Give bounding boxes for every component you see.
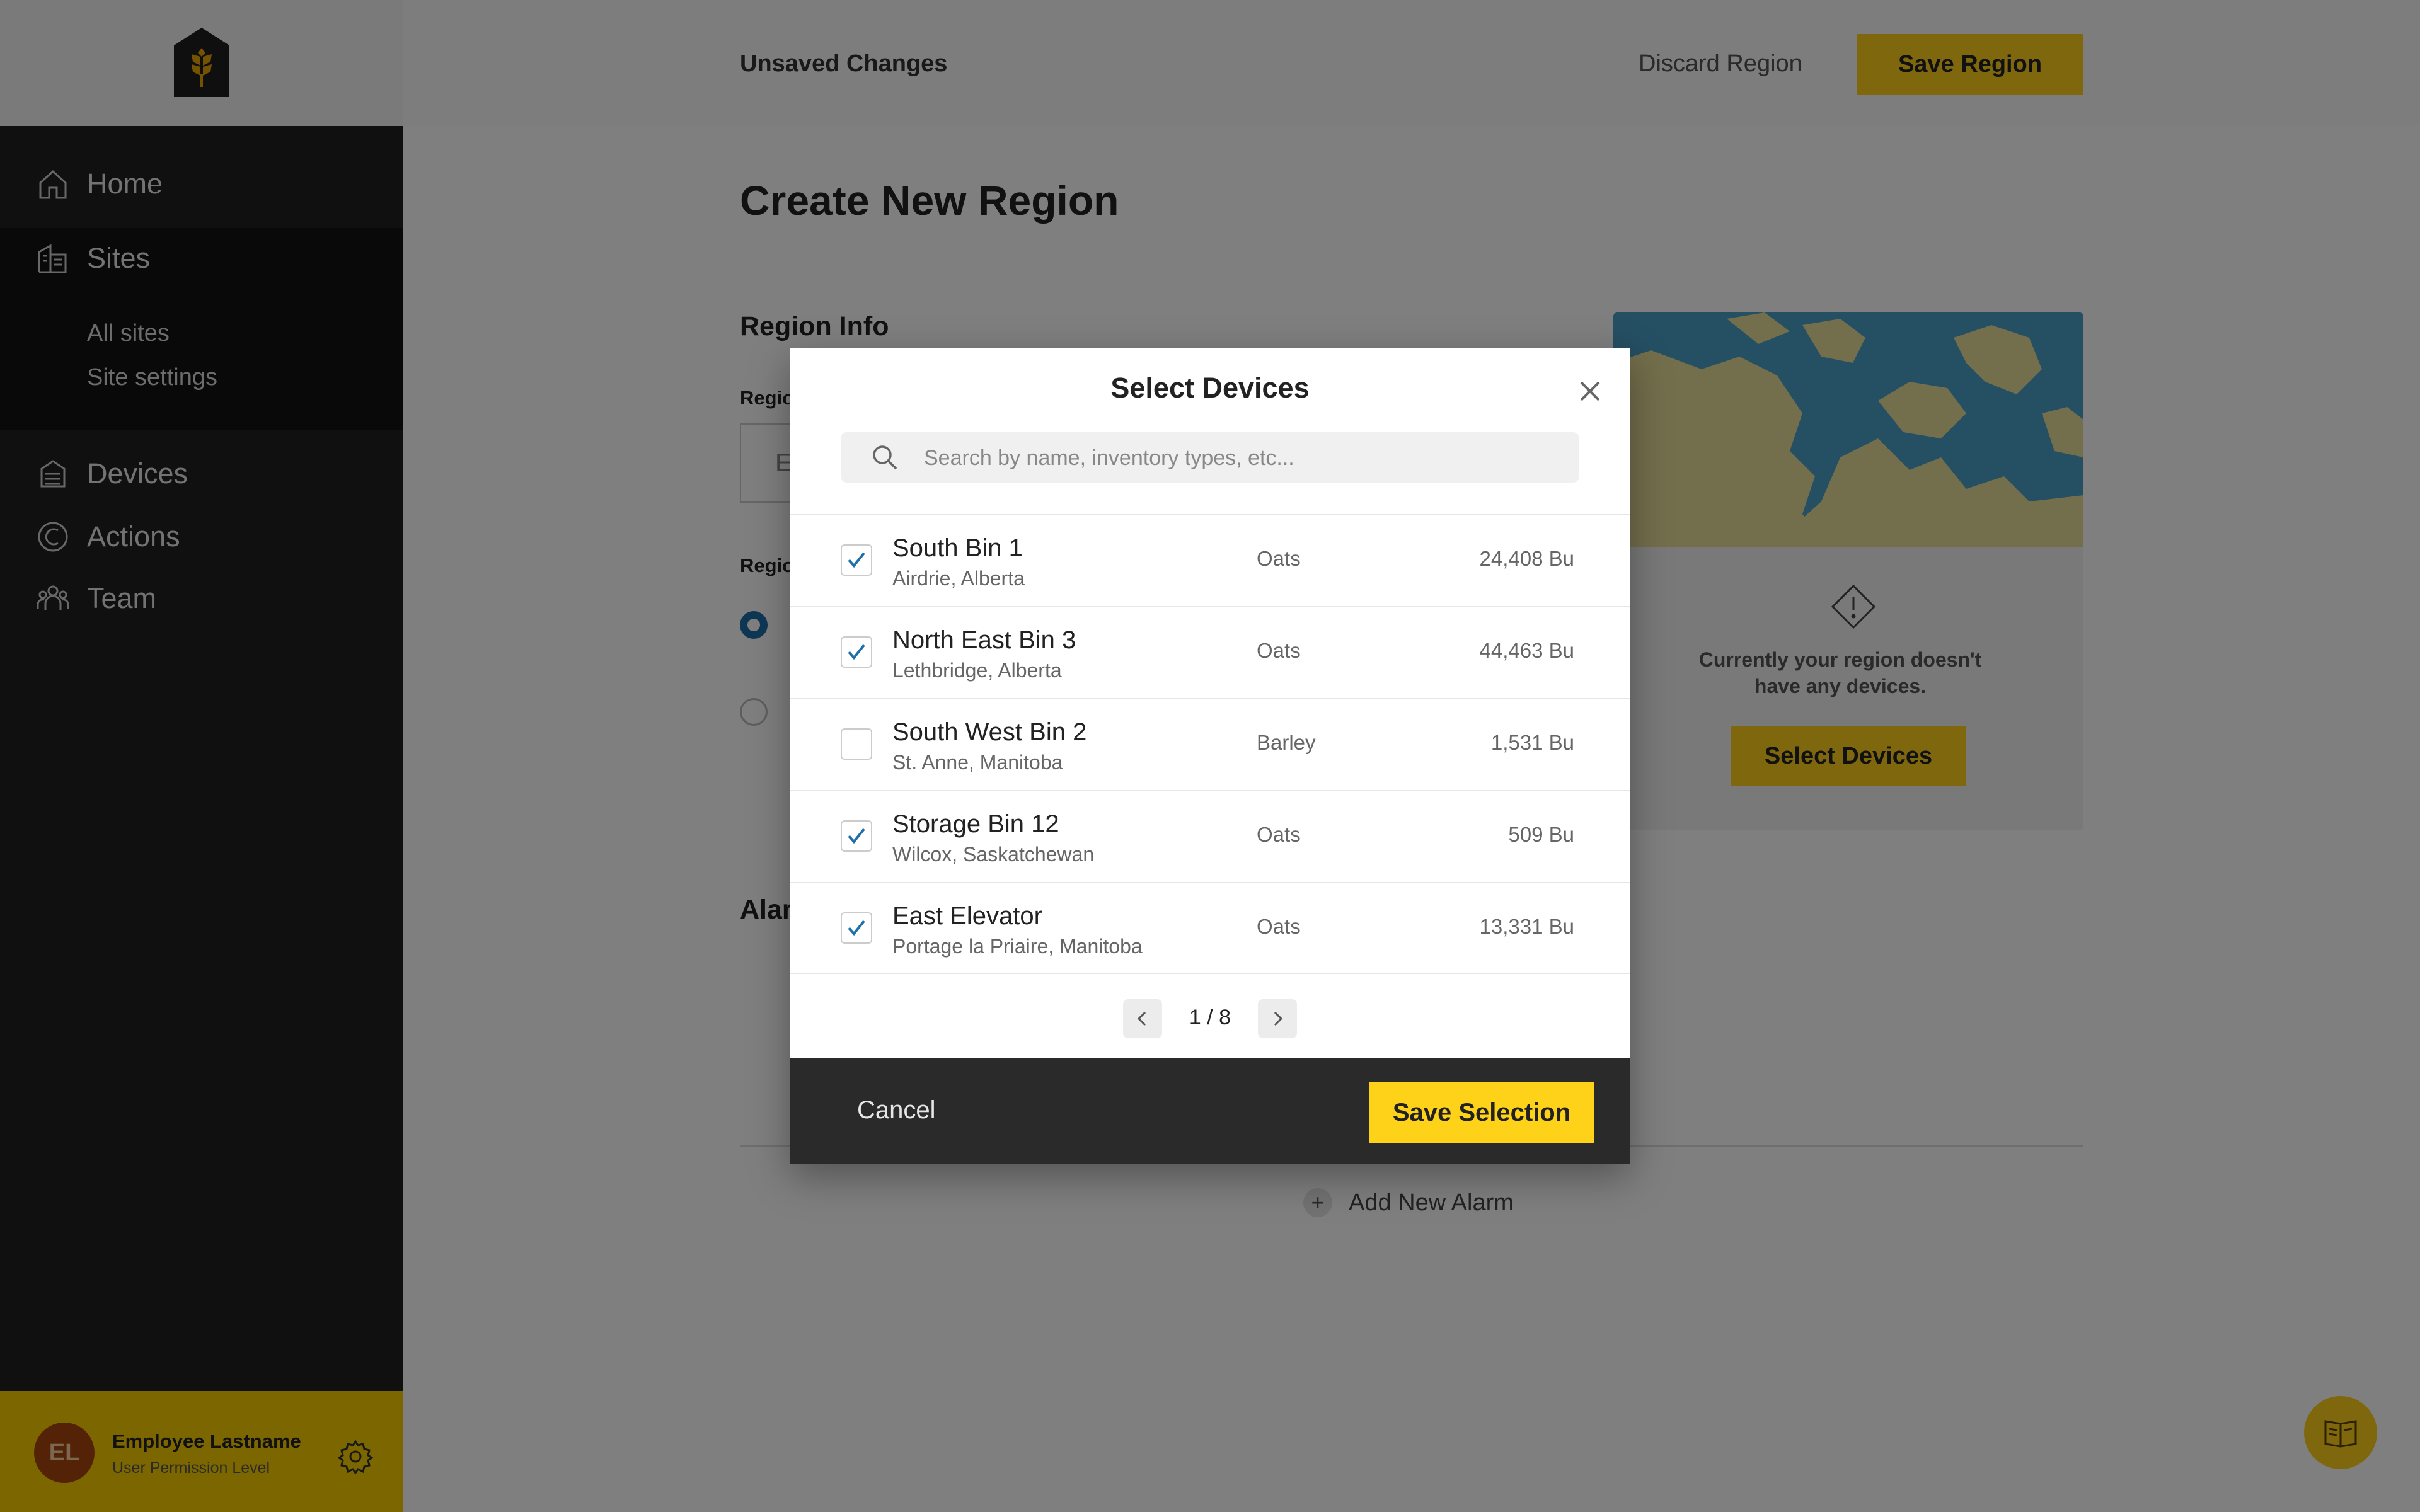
device-inventory-type: Oats — [1257, 823, 1301, 846]
device-quantity: 24,408 Bu — [1479, 547, 1574, 570]
device-location: Airdrie, Alberta — [892, 567, 1025, 590]
checkmark-icon — [848, 920, 865, 936]
device-checkbox[interactable] — [841, 728, 872, 760]
device-quantity: 509 Bu — [1508, 823, 1574, 846]
device-location: Wilcox, Saskatchewan — [892, 843, 1095, 866]
device-row[interactable]: Storage Bin 12 Wilcox, Saskatchewan Oats 50… — [790, 790, 1630, 882]
device-inventory-type: Oats — [1257, 547, 1301, 570]
pagination: 1 / 8 — [790, 993, 1630, 1043]
device-inventory-type: Oats — [1257, 639, 1301, 662]
next-page-button[interactable] — [1258, 999, 1297, 1038]
close-button[interactable] — [1570, 372, 1610, 411]
cancel-button[interactable]: Cancel — [857, 1096, 936, 1125]
close-icon — [1580, 381, 1600, 401]
device-location: Portage la Priaire, Manitoba — [892, 935, 1143, 958]
device-row[interactable]: East Elevator Portage la Priaire, Manitob… — [790, 882, 1630, 974]
device-inventory-type: Barley — [1257, 731, 1316, 754]
checkmark-icon — [848, 644, 865, 660]
device-location: Lethbridge, Alberta — [892, 659, 1062, 682]
modal-title: Select Devices — [1110, 372, 1310, 404]
device-checkbox[interactable] — [841, 820, 872, 852]
device-name: East Elevator — [892, 902, 1042, 930]
modal-footer: Cancel Save Selection — [790, 1058, 1630, 1164]
device-name: Storage Bin 12 — [892, 810, 1059, 838]
device-name: South Bin 1 — [892, 534, 1023, 562]
device-list: South Bin 1 Airdrie, Alberta Oats 24,408 Bu… — [790, 514, 1630, 974]
select-devices-modal: Select Devices South Bin 1 Airdrie, Alber… — [790, 348, 1630, 1164]
device-row[interactable]: South West Bin 2 St. Anne, Manitoba Barley… — [790, 698, 1630, 790]
device-row[interactable]: South Bin 1 Airdrie, Alberta Oats 24,408 Bu — [790, 514, 1630, 606]
device-name: South West Bin 2 — [892, 718, 1087, 746]
device-inventory-type: Oats — [1257, 915, 1301, 938]
save-selection-button[interactable]: Save Selection — [1369, 1082, 1594, 1143]
device-location: St. Anne, Manitoba — [892, 751, 1063, 774]
checkmark-icon — [848, 828, 865, 844]
device-checkbox[interactable] — [841, 912, 872, 944]
device-name: North East Bin 3 — [892, 626, 1076, 654]
device-checkbox[interactable] — [841, 544, 872, 576]
device-quantity: 1,531 Bu — [1490, 731, 1574, 754]
device-checkbox[interactable] — [841, 636, 872, 668]
search-input[interactable] — [923, 432, 1568, 484]
search-icon — [873, 445, 897, 470]
device-quantity: 44,463 Bu — [1479, 639, 1574, 662]
page-indicator: 1 / 8 — [1189, 1005, 1231, 1029]
chevron-right-icon — [1274, 1011, 1283, 1026]
search-box[interactable] — [841, 432, 1579, 484]
checkmark-icon — [848, 552, 865, 568]
device-row[interactable]: North East Bin 3 Lethbridge, Alberta Oats 4… — [790, 606, 1630, 698]
device-quantity: 13,331 Bu — [1479, 915, 1574, 938]
